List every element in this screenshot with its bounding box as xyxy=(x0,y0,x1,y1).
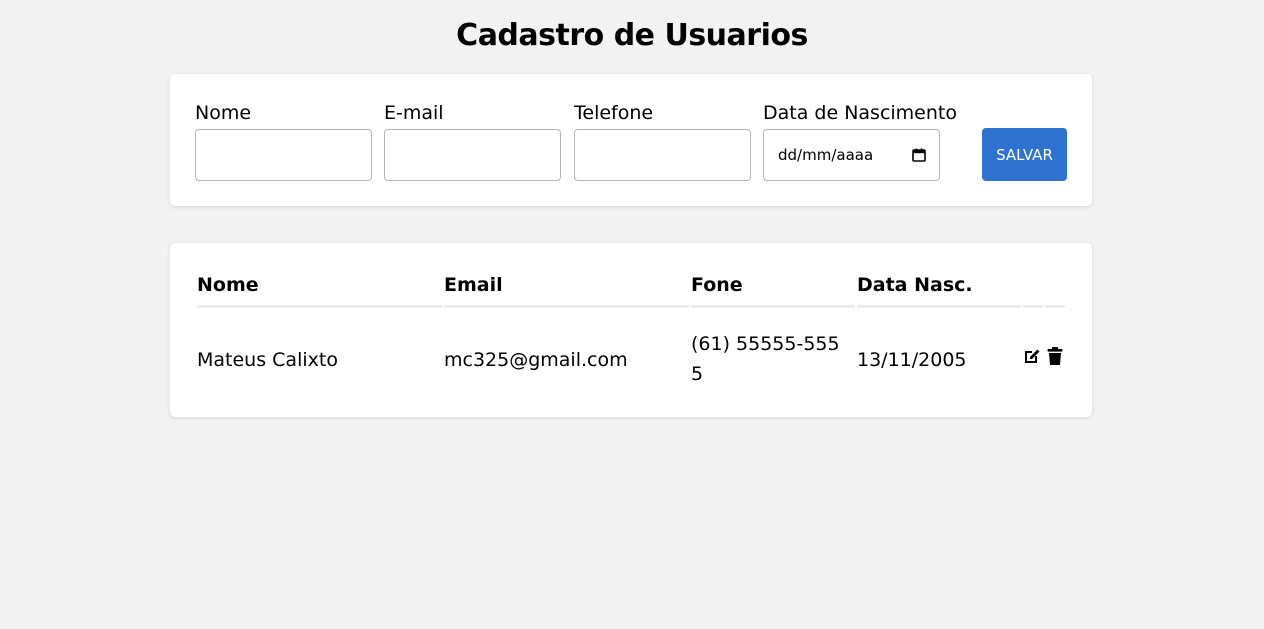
header-divider xyxy=(691,305,855,308)
nascimento-label: Data de Nascimento xyxy=(763,102,957,124)
cell-fone-line: (61) 55555-555 xyxy=(691,333,840,355)
email-field: E-mail xyxy=(384,101,561,181)
cell-fone: (61) 55555-555 5 xyxy=(691,329,840,389)
save-button[interactable]: SALVAR xyxy=(982,128,1067,181)
header-divider xyxy=(197,305,442,308)
header-data-nasc: Data Nasc. xyxy=(857,274,973,296)
cell-email: mc325@gmail.com xyxy=(444,349,628,371)
trash-icon[interactable] xyxy=(1045,346,1065,366)
header-nome: Nome xyxy=(197,274,259,296)
email-label: E-mail xyxy=(384,102,444,124)
nome-label: Nome xyxy=(195,102,252,124)
cell-fone-line: 5 xyxy=(691,363,704,385)
date-placeholder: dd/mm/aaaa xyxy=(778,146,874,164)
telefone-label: Telefone xyxy=(574,102,654,124)
row-actions xyxy=(1022,346,1065,366)
users-table-card: Nome Email Fone Data Nasc. Mateus Calixt… xyxy=(170,243,1092,417)
user-form-card: Nome E-mail Telefone Data de Nascimento … xyxy=(170,74,1092,206)
header-divider xyxy=(1045,305,1065,308)
page-title: Cadastro de Usuarios xyxy=(456,18,808,53)
header-divider xyxy=(1023,305,1043,308)
nome-input[interactable] xyxy=(195,129,372,181)
header-divider xyxy=(444,305,689,308)
edit-icon[interactable] xyxy=(1022,346,1042,366)
nascimento-date-input[interactable]: dd/mm/aaaa xyxy=(763,129,940,181)
calendar-icon[interactable] xyxy=(912,148,926,162)
telefone-field: Telefone xyxy=(574,101,751,181)
header-divider xyxy=(857,305,1021,308)
header-email: Email xyxy=(444,274,503,296)
cell-data-nasc: 13/11/2005 xyxy=(857,349,967,371)
cell-nome: Mateus Calixto xyxy=(197,349,338,371)
nascimento-field: Data de Nascimento dd/mm/aaaa xyxy=(763,101,957,181)
email-input[interactable] xyxy=(384,129,561,181)
header-fone: Fone xyxy=(691,274,743,296)
telefone-input[interactable] xyxy=(574,129,751,181)
nome-field: Nome xyxy=(195,101,372,181)
